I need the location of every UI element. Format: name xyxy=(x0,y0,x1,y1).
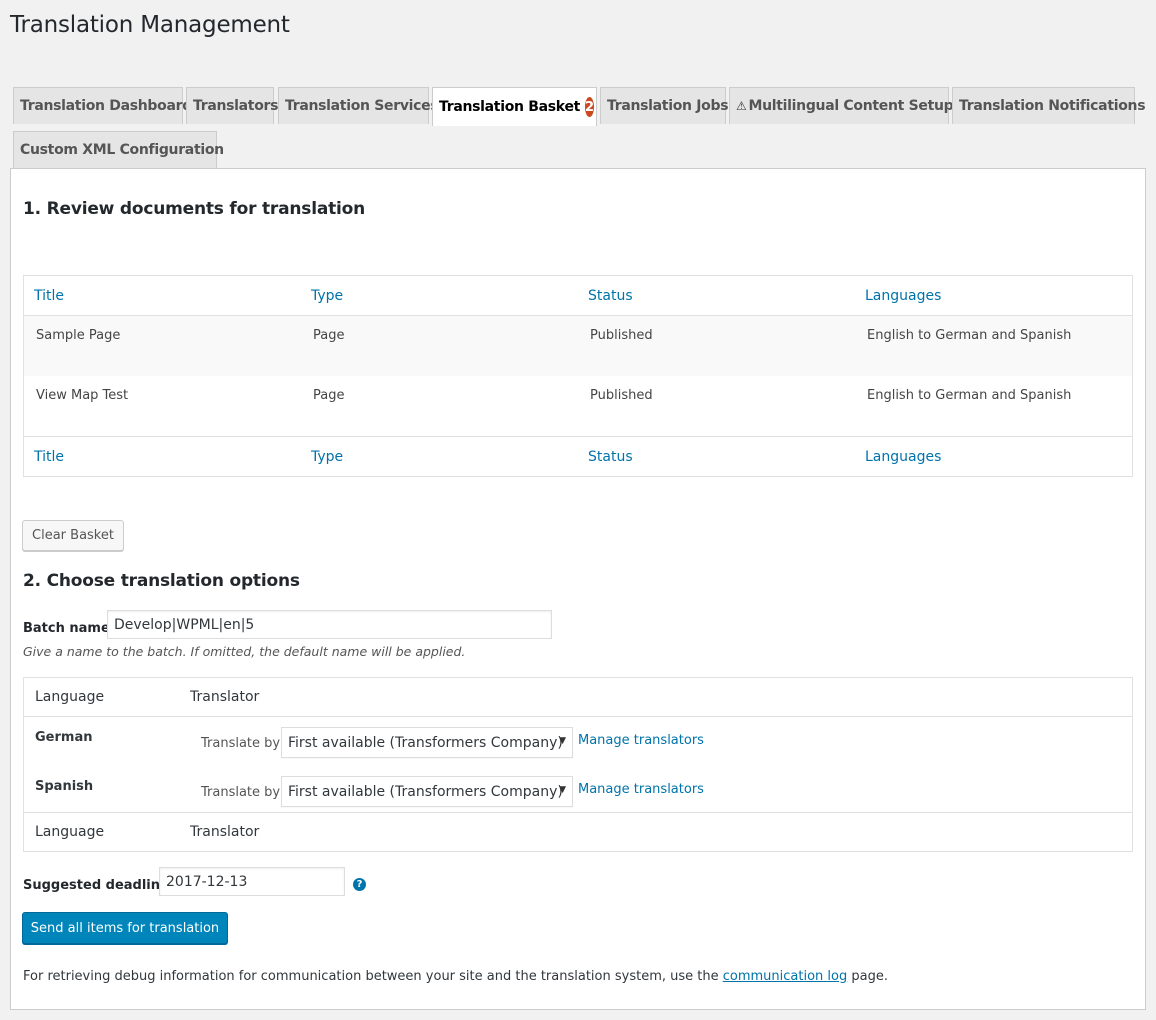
translator-select[interactable]: First available (Transformers Company) ▼ xyxy=(281,727,573,758)
tab-translation-basket[interactable]: Translation Basket 2 xyxy=(432,87,597,126)
documents-table: Title Type Status Languages Sample Page … xyxy=(23,275,1133,477)
column-title[interactable]: Title xyxy=(24,288,301,304)
dropdown-arrow-icon: ▼ xyxy=(559,785,566,795)
column-type[interactable]: Type xyxy=(301,449,578,465)
tab-translation-jobs[interactable]: Translation Jobs xyxy=(600,87,729,124)
column-languages[interactable]: Languages xyxy=(855,449,1132,465)
clear-basket-button[interactable]: Clear Basket xyxy=(22,520,124,551)
translate-by-label: Translate by xyxy=(201,736,281,751)
tab-translation-notifications[interactable]: Translation Notifications xyxy=(952,87,1146,124)
tab-translators[interactable]: Translators xyxy=(186,87,278,124)
manage-translators-link[interactable]: Manage translators xyxy=(578,782,704,797)
row-status: Published xyxy=(590,328,653,343)
tab-label: Custom XML Configuration xyxy=(20,142,224,158)
options-section-title: 2. Choose translation options xyxy=(23,571,300,591)
table-header: Language Translator xyxy=(24,678,1132,717)
table-footer: Language Translator xyxy=(24,812,1132,851)
row-type: Page xyxy=(313,328,345,343)
review-section-title: 1. Review documents for translation xyxy=(23,199,366,219)
batch-name-hint: Give a name to the batch. If omitted, th… xyxy=(23,644,466,659)
suggested-deadline-input[interactable]: 2017-12-13 xyxy=(159,867,345,896)
row-type: Page xyxy=(313,388,345,403)
dropdown-arrow-icon: ▼ xyxy=(559,736,566,746)
tab-label: Multilingual Content Setup xyxy=(748,98,954,114)
warning-icon: ⚠ xyxy=(736,99,747,113)
help-icon[interactable]: ? xyxy=(353,878,366,891)
debug-info-suffix: page. xyxy=(847,969,888,984)
translation-basket-panel: 1. Review documents for translation Titl… xyxy=(10,168,1146,1010)
row-title: Sample Page xyxy=(36,328,121,343)
translator-select-value: First available (Transformers Company) xyxy=(288,783,563,800)
suggested-deadline-label: Suggested deadline: xyxy=(23,878,175,893)
batch-name-input[interactable]: Develop|WPML|en|5 xyxy=(107,610,552,639)
basket-count-badge: 2 xyxy=(585,97,595,117)
send-for-translation-button[interactable]: Send all items for translation xyxy=(22,912,228,944)
tab-multilingual-content-setup[interactable]: ⚠ Multilingual Content Setup xyxy=(729,87,954,124)
language-row-spanish: Spanish Translate by First available (Tr… xyxy=(24,767,1132,815)
row-languages: English to German and Spanish xyxy=(867,388,1072,403)
column-language: Language xyxy=(35,824,105,840)
batch-name-label: Batch name: xyxy=(23,621,115,636)
translator-select[interactable]: First available (Transformers Company) ▼ xyxy=(281,776,573,807)
row-languages: English to German and Spanish xyxy=(867,328,1072,343)
language-name: Spanish xyxy=(35,779,94,794)
tab-label: Translation Basket xyxy=(439,99,581,115)
debug-info-prefix: For retrieving debug information for com… xyxy=(23,969,723,984)
row-status: Published xyxy=(590,388,653,403)
column-type[interactable]: Type xyxy=(301,288,578,304)
tab-label: Translators xyxy=(193,98,279,114)
column-language: Language xyxy=(35,689,105,705)
row-title: View Map Test xyxy=(36,388,129,403)
tab-label: Translation Services xyxy=(285,98,439,114)
table-row: View Map Test Page Published English to … xyxy=(24,376,1132,436)
tab-label: Translation Dashboard xyxy=(20,98,192,114)
tab-custom-xml-configuration[interactable]: Custom XML Configuration xyxy=(13,131,224,168)
tab-translation-dashboard[interactable]: Translation Dashboard xyxy=(13,87,192,124)
manage-translators-link[interactable]: Manage translators xyxy=(578,733,704,748)
translate-by-label: Translate by xyxy=(201,785,281,800)
table-row: Sample Page Page Published English to Ge… xyxy=(24,316,1132,376)
column-translator: Translator xyxy=(190,689,260,705)
tab-label: Translation Jobs xyxy=(607,98,729,114)
tab-label: Translation Notifications xyxy=(959,98,1146,114)
column-translator: Translator xyxy=(190,824,260,840)
language-row-german: German Translate by First available (Tra… xyxy=(24,718,1132,766)
translator-select-value: First available (Transformers Company) xyxy=(288,734,563,751)
page-title: Translation Management xyxy=(10,12,290,38)
column-title[interactable]: Title xyxy=(24,449,301,465)
language-translator-table: Language Translator German Translate by … xyxy=(23,677,1133,852)
column-status[interactable]: Status xyxy=(578,288,855,304)
language-name: German xyxy=(35,730,93,745)
column-languages[interactable]: Languages xyxy=(855,288,1132,304)
column-status[interactable]: Status xyxy=(578,449,855,465)
debug-info-text: For retrieving debug information for com… xyxy=(23,969,888,984)
table-header: Title Type Status Languages xyxy=(24,276,1132,316)
tab-translation-services[interactable]: Translation Services xyxy=(278,87,439,124)
table-footer: Title Type Status Languages xyxy=(24,436,1132,476)
communication-log-link[interactable]: communication log xyxy=(723,969,847,984)
